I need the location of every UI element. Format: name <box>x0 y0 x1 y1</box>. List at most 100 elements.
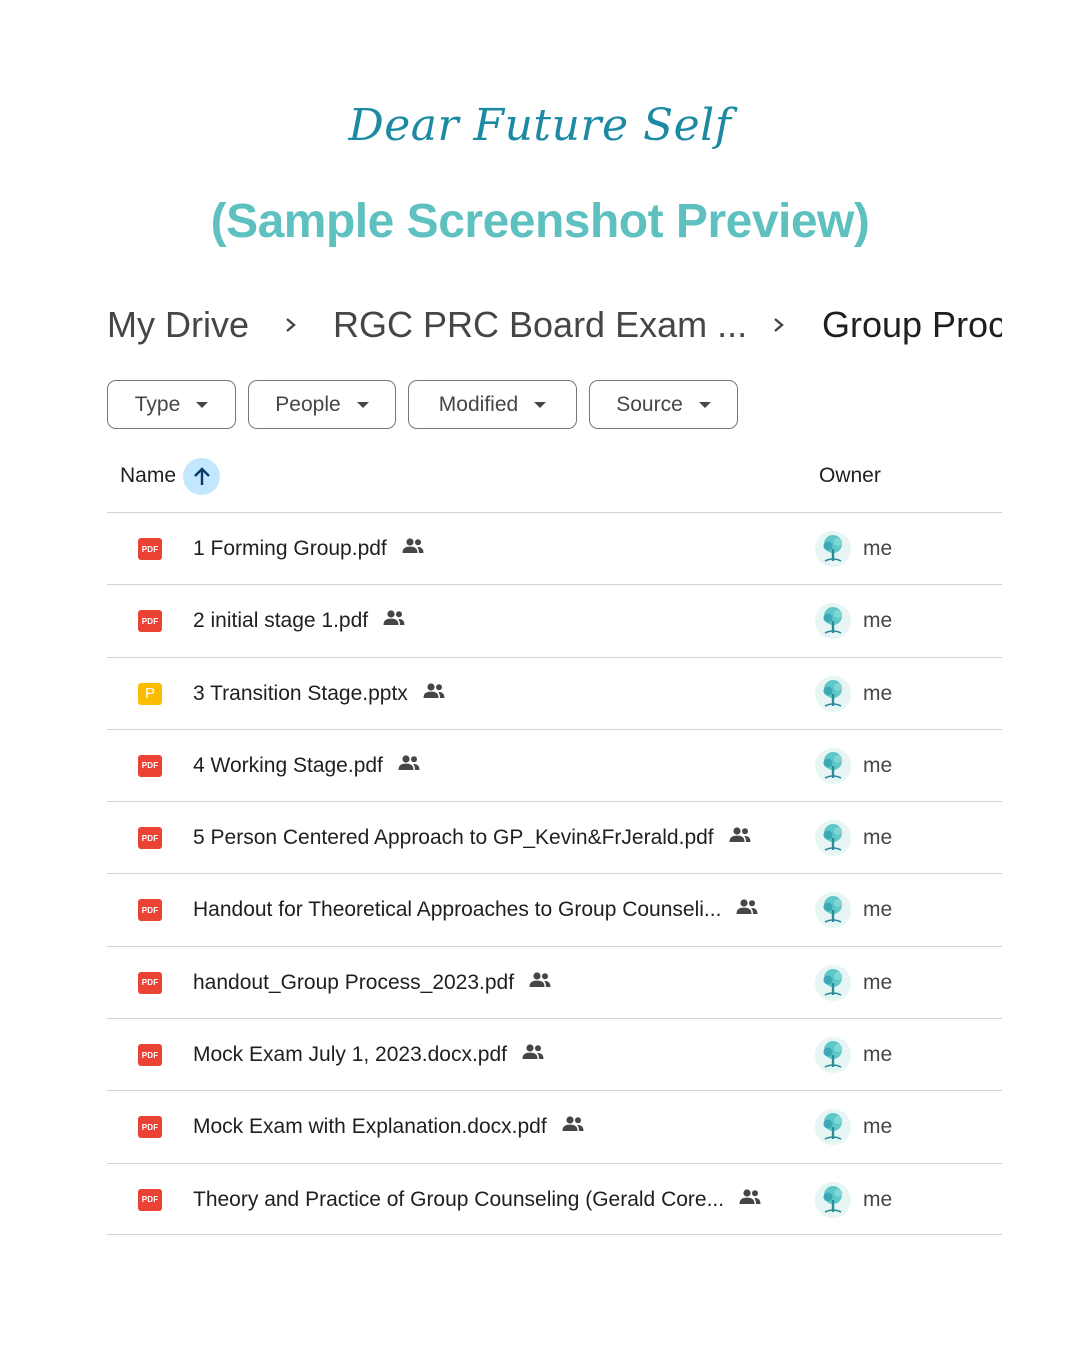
file-name: 4 Working Stage.pdf <box>193 753 383 777</box>
file-name: handout_Group Process_2023.pdf <box>193 970 515 994</box>
file-name-cell[interactable]: 5 Person Centered Approach to GP_Kevin&F… <box>193 826 752 850</box>
shared-people-icon <box>382 609 406 633</box>
file-row[interactable]: PDF 2 initial stage 1.pdf me <box>107 584 1002 656</box>
owner-name: me <box>863 753 893 777</box>
file-row[interactable]: PDF 1 Forming Group.pdf me <box>107 512 1002 584</box>
file-icon-label: PDF <box>141 978 159 988</box>
pdf-file-icon: PDF <box>138 827 162 850</box>
file-icon-label: PDF <box>141 1050 159 1060</box>
breadcrumb-current-folder[interactable]: Group Proc <box>822 304 1002 346</box>
file-list: PDF 1 Forming Group.pdf me PDF 2 initial sta… <box>107 512 1002 1235</box>
file-row[interactable]: PDF Mock Exam July 1, 2023.docx.pdf me <box>107 1018 1002 1090</box>
owner-name: me <box>863 898 893 922</box>
pdf-file-icon: PDF <box>138 1044 162 1067</box>
shared-people-icon <box>735 898 759 922</box>
file-row[interactable]: PDF Mock Exam with Explanation.docx.pdf me <box>107 1090 1002 1162</box>
pptx-file-icon: P <box>138 682 162 705</box>
filter-type[interactable]: Type <box>107 380 236 429</box>
owner-avatar <box>815 1181 851 1218</box>
shared-people-icon <box>521 1043 545 1067</box>
file-name: Theory and Practice of Group Counseling … <box>193 1187 725 1211</box>
shared-people-icon <box>561 1115 585 1139</box>
column-header-owner: Owner <box>819 464 881 487</box>
filter-people[interactable]: People <box>248 380 396 429</box>
file-row[interactable]: PDF handout_Group Process_2023.pdf me <box>107 945 1002 1018</box>
file-name-cell[interactable]: 4 Working Stage.pdf <box>193 754 421 778</box>
file-name-cell[interactable]: Mock Exam July 1, 2023.docx.pdf <box>193 1043 545 1067</box>
pdf-file-icon: PDF <box>138 971 162 994</box>
file-name-cell[interactable]: 1 Forming Group.pdf <box>193 537 425 561</box>
owner-name: me <box>863 970 893 994</box>
pdf-file-icon: PDF <box>138 1116 162 1139</box>
script-title: Dear Future Self <box>348 100 732 151</box>
filter-type-label: Type <box>134 392 181 416</box>
chevron-right-icon <box>774 318 784 332</box>
shared-people-icon <box>528 971 552 995</box>
pdf-file-icon: PDF <box>138 754 162 777</box>
pdf-file-icon: PDF <box>138 610 162 633</box>
owner-name: me <box>863 537 893 560</box>
owner-avatar <box>815 675 851 712</box>
filter-source[interactable]: Source <box>589 380 738 429</box>
file-name-cell[interactable]: 3 Transition Stage.pptx <box>193 682 446 706</box>
owner-avatar <box>815 747 851 784</box>
file-name-cell[interactable]: Handout for Theoretical Approaches to Gr… <box>193 898 759 922</box>
breadcrumb-folder[interactable]: RGC PRC Board Exam ... <box>333 304 747 346</box>
file-row[interactable]: PDF 4 Working Stage.pdf me <box>107 728 1002 801</box>
filter-people-label: People <box>275 392 341 416</box>
page: Dear Future Self (Sample Screenshot Prev… <box>0 0 1080 1350</box>
file-name-cell[interactable]: Theory and Practice of Group Counseling … <box>193 1188 762 1212</box>
breadcrumb-my-drive[interactable]: My Drive <box>107 304 249 346</box>
dropdown-arrow-icon <box>196 401 209 408</box>
shared-people-icon <box>728 826 752 850</box>
file-name: 2 initial stage 1.pdf <box>193 609 369 633</box>
file-row[interactable]: P 3 Transition Stage.pptx me <box>107 656 1002 729</box>
file-row[interactable]: PDF Handout for Theoretical Approaches to… <box>107 873 1002 945</box>
pdf-file-icon: PDF <box>138 1188 162 1211</box>
shared-people-icon <box>738 1188 762 1212</box>
owner-name: me <box>863 1187 893 1211</box>
file-name: Handout for Theoretical Approaches to Gr… <box>193 898 722 922</box>
owner-name: me <box>863 681 893 705</box>
file-icon-label: PDF <box>141 616 159 626</box>
file-name: 5 Person Centered Approach to GP_Kevin&F… <box>193 826 714 850</box>
dropdown-arrow-icon <box>534 401 547 408</box>
owner-avatar <box>815 1037 851 1074</box>
filter-modified-label: Modified <box>438 392 519 416</box>
filter-source-label: Source <box>616 392 683 416</box>
shared-people-icon <box>401 537 425 561</box>
file-icon-label: PDF <box>141 1122 159 1132</box>
dropdown-arrow-icon <box>698 401 711 408</box>
file-icon-label: P <box>144 685 155 703</box>
shared-people-icon <box>422 682 446 706</box>
owner-avatar <box>815 820 851 857</box>
sort-direction-button[interactable] <box>183 458 220 495</box>
file-name-cell[interactable]: handout_Group Process_2023.pdf <box>193 971 552 995</box>
column-header-name[interactable]: Name <box>120 464 176 488</box>
file-icon-label: PDF <box>141 1195 159 1205</box>
owner-avatar <box>815 1109 851 1146</box>
owner-avatar <box>815 531 851 567</box>
owner-avatar <box>815 603 851 640</box>
arrow-up-icon <box>193 466 210 485</box>
owner-name: me <box>863 1115 893 1139</box>
file-row[interactable]: PDF Theory and Practice of Group Counseli… <box>107 1162 1002 1235</box>
preview-title: (Sample Screenshot Preview) <box>210 195 870 248</box>
owner-name: me <box>863 1043 893 1067</box>
owner-name: me <box>863 609 893 633</box>
file-icon-label: PDF <box>141 544 159 554</box>
pdf-file-icon: PDF <box>138 899 162 922</box>
file-name-cell[interactable]: 2 initial stage 1.pdf <box>193 609 406 633</box>
owner-avatar <box>815 892 851 929</box>
file-name: 1 Forming Group.pdf <box>193 537 387 560</box>
file-name-cell[interactable]: Mock Exam with Explanation.docx.pdf <box>193 1115 585 1139</box>
file-name: Mock Exam with Explanation.docx.pdf <box>193 1115 547 1139</box>
file-icon-label: PDF <box>141 833 159 843</box>
dropdown-arrow-icon <box>356 401 369 408</box>
filter-modified[interactable]: Modified <box>408 380 577 429</box>
file-row[interactable]: PDF 5 Person Centered Approach to GP_Kevi… <box>107 801 1002 873</box>
file-name: Mock Exam July 1, 2023.docx.pdf <box>193 1043 507 1067</box>
breadcrumb: My Drive RGC PRC Board Exam ... Group Pr… <box>107 300 1002 352</box>
shared-people-icon <box>397 754 421 778</box>
file-icon-label: PDF <box>141 905 159 915</box>
